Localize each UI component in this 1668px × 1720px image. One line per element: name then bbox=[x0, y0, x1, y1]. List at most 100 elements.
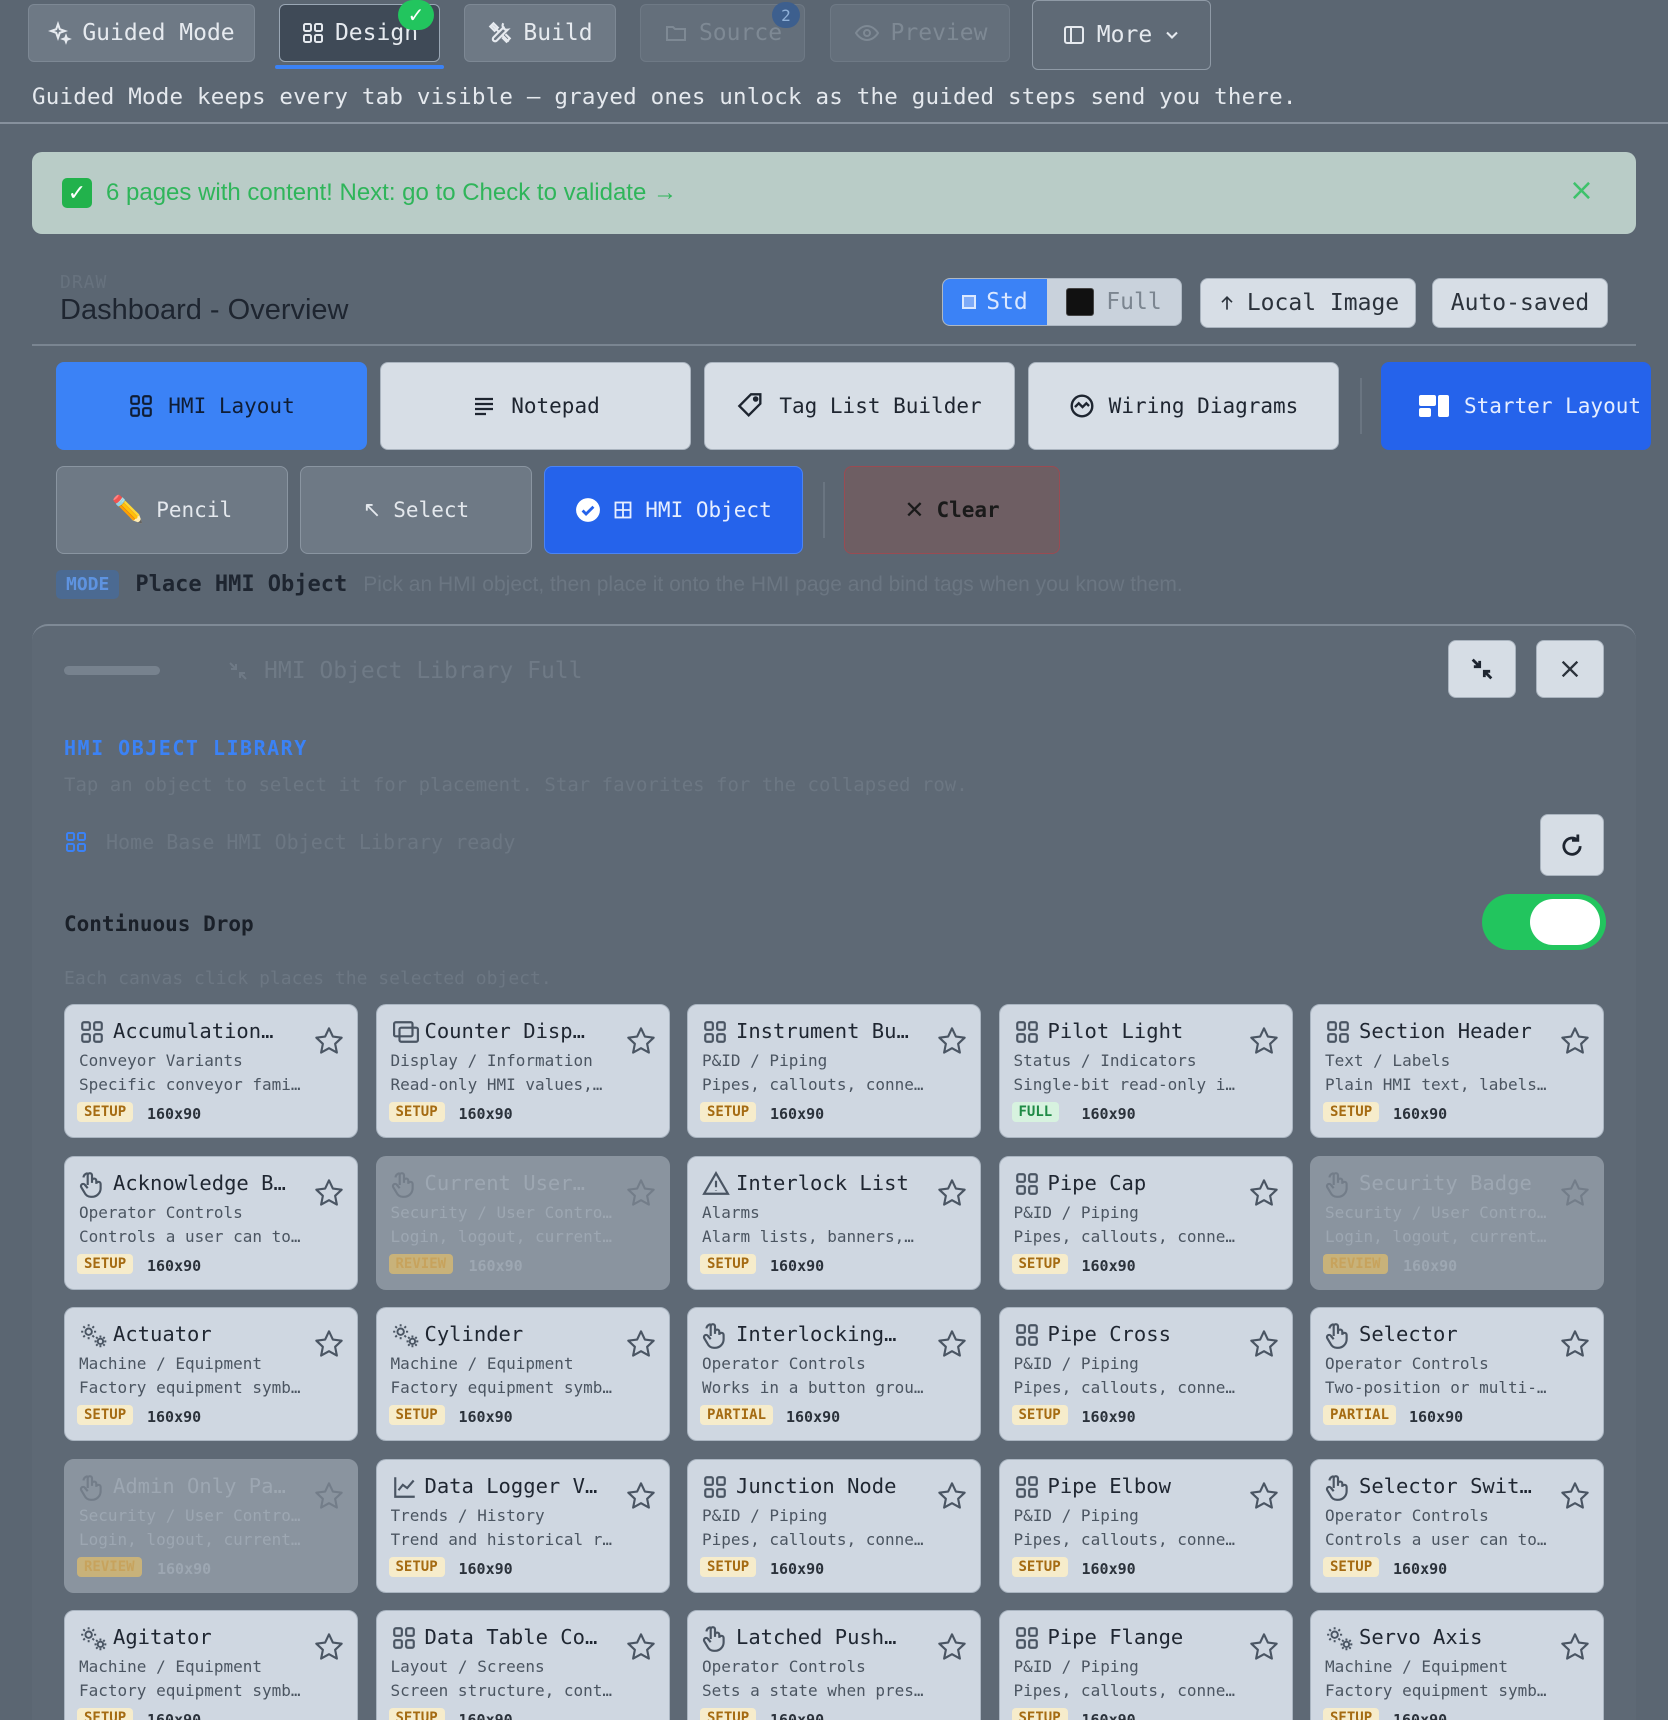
size-full-button[interactable]: Full bbox=[1047, 279, 1181, 325]
object-card[interactable]: Interlock List Alarms Alarm lists, banners… bbox=[687, 1155, 981, 1290]
local-image-button[interactable]: Local Image bbox=[1200, 278, 1416, 328]
star-icon[interactable] bbox=[625, 1177, 657, 1209]
object-card[interactable]: Admin Only Pa… Security / User Contro… Log… bbox=[64, 1458, 358, 1593]
status-badge: SETUP bbox=[1323, 1708, 1380, 1720]
refresh-button[interactable] bbox=[1540, 814, 1604, 876]
star-icon[interactable] bbox=[936, 1025, 968, 1057]
object-card[interactable]: Servo Axis Machine / Equipment Factory equ… bbox=[1310, 1610, 1604, 1720]
object-name: Current User… bbox=[424, 1170, 585, 1195]
tool-select[interactable]: ↖ Select bbox=[300, 466, 532, 554]
starter-layout-button[interactable]: Starter Layout bbox=[1381, 362, 1651, 450]
object-card[interactable]: Counter Disp… Display / Information Read-o… bbox=[375, 1004, 670, 1138]
star-icon[interactable] bbox=[625, 1480, 657, 1512]
object-description: Pipes, callouts, conne… bbox=[1013, 1226, 1236, 1246]
star-icon[interactable] bbox=[313, 1177, 345, 1209]
object-card[interactable]: Pipe Cross P&ID / Piping Pipes, callouts, … bbox=[998, 1307, 1293, 1441]
object-card[interactable]: Pipe Elbow P&ID / Piping Pipes, callouts, … bbox=[998, 1458, 1293, 1593]
star-icon[interactable] bbox=[1559, 1631, 1591, 1663]
tab-guided-mode[interactable]: Guided Mode bbox=[28, 4, 255, 62]
object-card[interactable]: Pipe Flange P&ID / Piping Pipes, callouts,… bbox=[998, 1610, 1293, 1720]
mode-label: Starter Layout bbox=[1464, 394, 1642, 418]
object-card[interactable]: Junction Node P&ID / Piping Pipes, callout… bbox=[687, 1458, 981, 1593]
drag-handle[interactable] bbox=[64, 666, 160, 675]
banner-message[interactable]: 6 pages with content! Next: go to Check … bbox=[106, 179, 677, 207]
mode-tag-list-builder[interactable]: Tag List Builder bbox=[704, 362, 1015, 450]
object-card[interactable]: Accumulation… Conveyor Variants Specific c… bbox=[64, 1004, 358, 1138]
status-badge: REVIEW bbox=[388, 1253, 454, 1274]
star-icon[interactable] bbox=[313, 1480, 345, 1512]
tab-preview[interactable]: Preview bbox=[830, 4, 1010, 62]
tool-label: Pencil bbox=[156, 498, 233, 522]
object-name: Pipe Flange bbox=[1047, 1625, 1184, 1649]
tool-label: Select bbox=[393, 498, 470, 522]
object-description: Controls a user can to… bbox=[79, 1226, 301, 1246]
local-image-label: Local Image bbox=[1246, 290, 1400, 316]
object-card[interactable]: Security Badge Security / User Contro… Log… bbox=[1310, 1155, 1604, 1290]
star-icon[interactable] bbox=[313, 1025, 345, 1057]
source-count-badge: 2 bbox=[772, 2, 800, 28]
library-heading: HMI OBJECT LIBRARY bbox=[64, 736, 308, 760]
star-icon[interactable] bbox=[1559, 1480, 1591, 1512]
star-icon[interactable] bbox=[1248, 1177, 1280, 1209]
continuous-drop-toggle[interactable] bbox=[1482, 894, 1606, 950]
tool-hmi-object[interactable]: HMI Object bbox=[544, 466, 803, 554]
star-icon[interactable] bbox=[1559, 1328, 1591, 1360]
object-name: Servo Axis bbox=[1359, 1625, 1483, 1649]
star-icon[interactable] bbox=[1559, 1025, 1591, 1057]
star-icon[interactable] bbox=[625, 1328, 657, 1360]
object-card[interactable]: Pipe Cap P&ID / Piping Pipes, callouts, co… bbox=[998, 1155, 1293, 1290]
star-icon[interactable] bbox=[625, 1631, 657, 1663]
star-icon[interactable] bbox=[313, 1631, 345, 1663]
status-badge: SETUP bbox=[77, 1253, 134, 1274]
window-icon bbox=[391, 1019, 419, 1045]
object-card[interactable]: Pilot Light Status / Indicators Single-bit… bbox=[998, 1004, 1293, 1138]
star-icon[interactable] bbox=[313, 1328, 345, 1360]
tool-clear[interactable]: ✕ Clear bbox=[844, 466, 1060, 554]
mode-wiring-diagrams[interactable]: Wiring Diagrams bbox=[1028, 362, 1339, 450]
star-icon[interactable] bbox=[1559, 1177, 1591, 1209]
object-description: Trend and historical r… bbox=[390, 1529, 613, 1549]
object-category: Text / Labels bbox=[1325, 1051, 1451, 1070]
close-drawer-button[interactable] bbox=[1536, 640, 1604, 698]
object-card[interactable]: Cylinder Machine / Equipment Factory equip… bbox=[375, 1307, 670, 1441]
mode-notepad[interactable]: Notepad bbox=[380, 362, 691, 450]
star-icon[interactable] bbox=[936, 1480, 968, 1512]
object-card[interactable]: Acknowledge B… Operator Controls Controls … bbox=[64, 1155, 358, 1290]
star-icon[interactable] bbox=[1248, 1480, 1280, 1512]
size-std-button[interactable]: Std bbox=[943, 279, 1047, 325]
star-icon[interactable] bbox=[625, 1025, 657, 1057]
upload-arrow-icon bbox=[1217, 292, 1237, 314]
size-full-label: Full bbox=[1106, 289, 1162, 315]
star-icon[interactable] bbox=[936, 1177, 968, 1209]
object-name: Pipe Cross bbox=[1047, 1322, 1171, 1346]
object-card[interactable]: Actuator Machine / Equipment Factory equip… bbox=[64, 1307, 358, 1441]
close-icon: ✕ bbox=[904, 496, 925, 524]
object-card[interactable]: Section Header Text / Labels Plain HMI tex… bbox=[1310, 1004, 1604, 1138]
object-card[interactable]: Instrument Bu… P&ID / Piping Pipes, callou… bbox=[687, 1004, 981, 1138]
star-icon[interactable] bbox=[1248, 1631, 1280, 1663]
object-name: Junction Node bbox=[736, 1473, 897, 1498]
object-card[interactable]: Selector Swit… Operator Controls Controls … bbox=[1310, 1458, 1604, 1593]
object-card[interactable]: Data Table Co… Layout / Screens Screen str… bbox=[375, 1610, 670, 1720]
object-card[interactable]: Agitator Machine / Equipment Factory equip… bbox=[64, 1610, 358, 1720]
star-icon[interactable] bbox=[1248, 1328, 1280, 1360]
grid-icon bbox=[64, 830, 88, 854]
mode-hmi-layout[interactable]: HMI Layout bbox=[56, 362, 367, 450]
mode-label: HMI Layout bbox=[168, 394, 295, 418]
star-icon[interactable] bbox=[1248, 1025, 1280, 1057]
object-description: Pipes, callouts, conne… bbox=[1013, 1529, 1236, 1549]
close-icon[interactable]: × bbox=[1569, 176, 1594, 206]
star-icon[interactable] bbox=[936, 1328, 968, 1360]
tab-build[interactable]: Build bbox=[464, 4, 616, 62]
object-card[interactable]: Latched Push… Operator Controls Sets a sta… bbox=[687, 1610, 981, 1720]
minimize-button[interactable] bbox=[1448, 640, 1516, 698]
tool-pencil[interactable]: ✏️ Pencil bbox=[56, 466, 288, 554]
star-icon[interactable] bbox=[936, 1631, 968, 1663]
tab-more[interactable]: More bbox=[1032, 0, 1211, 70]
grid-icon bbox=[702, 1474, 728, 1500]
object-card[interactable]: Current User… Security / User Contro… Logi… bbox=[375, 1155, 670, 1290]
hand-icon bbox=[1325, 1474, 1351, 1501]
object-card[interactable]: Interlocking… Operator Controls Works in a… bbox=[687, 1307, 981, 1441]
object-card[interactable]: Data Logger V… Trends / History Trend and … bbox=[375, 1458, 670, 1593]
object-card[interactable]: Selector Operator Controls Two-position or… bbox=[1310, 1307, 1604, 1441]
